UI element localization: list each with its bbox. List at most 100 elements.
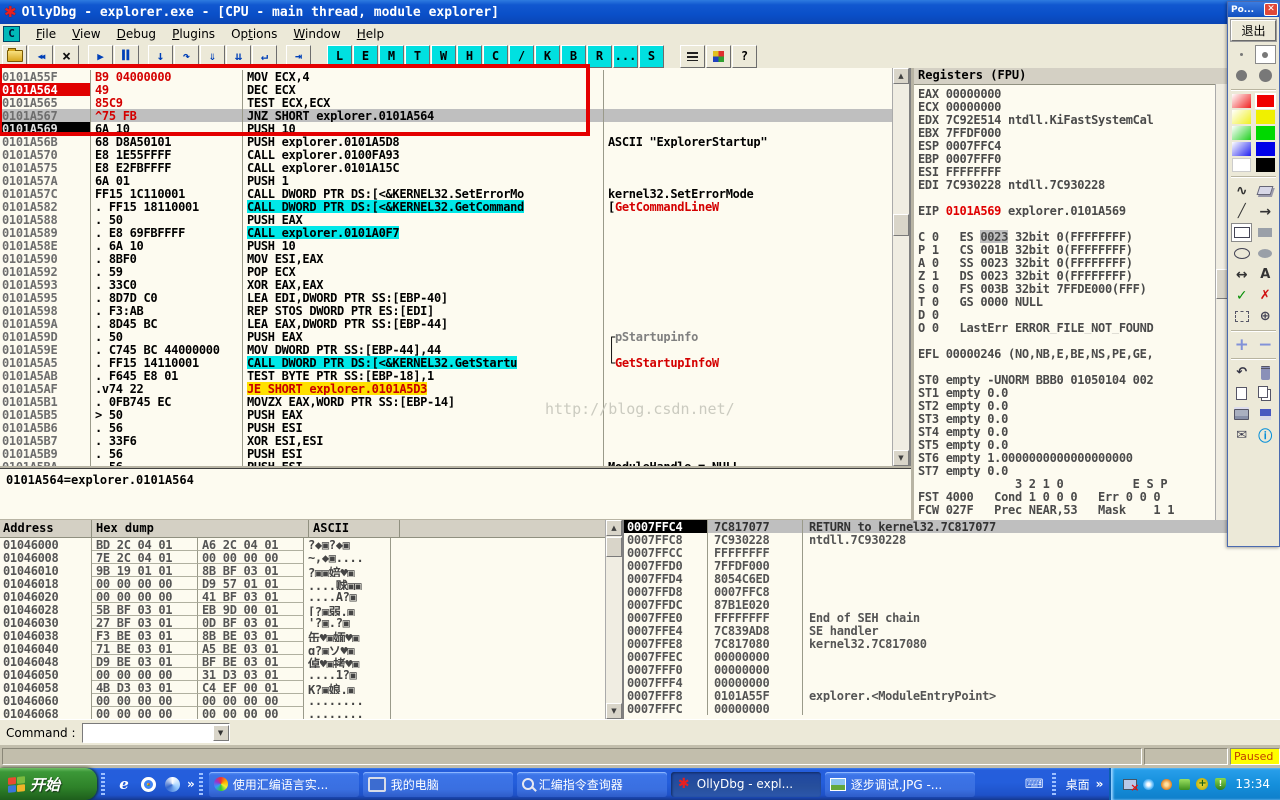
stack-row[interactable]: 0007FFDC 87B1E020 <box>624 598 1280 611</box>
appearance-button[interactable] <box>706 45 731 68</box>
confirm-tool[interactable] <box>1231 286 1252 305</box>
scroll-thumb[interactable] <box>606 537 622 557</box>
palette-title-bar[interactable]: Po... ✕ <box>1228 2 1279 17</box>
taskbar-grip[interactable] <box>1052 773 1056 795</box>
stack-row[interactable]: 0007FFC4 7C817077 RETURN to kernel32.7C8… <box>624 520 1280 533</box>
delete-button[interactable] <box>1255 363 1276 382</box>
disasm-row[interactable]: 0101A598 . F3:AB REP STOS DWORD PTR ES:[… <box>0 304 893 317</box>
disasm-row[interactable]: 0101A589 . E8 69FBFFFF CALL explorer.010… <box>0 226 893 239</box>
color-blue[interactable] <box>1256 142 1275 156</box>
tray-green-app-icon[interactable] <box>1177 778 1191 791</box>
tray-network-disconnected-icon[interactable] <box>1123 778 1137 791</box>
stack-row[interactable]: 0007FFD4 8054C6ED <box>624 572 1280 585</box>
registers-pane[interactable]: Registers (FPU) EAX 00000000 ECX 0000000… <box>914 68 1280 520</box>
view-run-trace-button[interactable]: ... <box>613 45 638 68</box>
stack-row[interactable]: 0007FFE4 7C839AD8 SE handler <box>624 624 1280 637</box>
brush-size-1[interactable] <box>1231 45 1252 64</box>
disasm-row[interactable]: 0101A582 . FF15 18110001 CALL DWORD PTR … <box>0 200 893 213</box>
view-references-button[interactable]: R <box>587 45 612 68</box>
scroll-up-icon[interactable]: ▲ <box>893 68 909 84</box>
start-button[interactable]: 开始 <box>0 768 97 800</box>
menu-file[interactable]: File <box>28 25 64 43</box>
disasm-row[interactable]: 0101A58E . 6A 10 PUSH 10 <box>0 239 893 252</box>
filled-rectangle-tool[interactable] <box>1255 223 1276 242</box>
close-icon[interactable]: ✕ <box>1264 3 1278 16</box>
disasm-row[interactable]: 0101A575 E8 E2FBFFFF CALL explorer.0101A… <box>0 161 893 174</box>
color-yellow-gradient[interactable] <box>1232 110 1251 124</box>
disasm-row[interactable]: 0101A5B6 . 56 PUSH ESI <box>0 421 893 434</box>
dump-row[interactable]: 01046030 27 BF 03 01 0D BF 03 01 '?▣.?▣ <box>0 616 622 629</box>
stack-row[interactable]: 0007FFF8 0101A55F explorer.<ModuleEntryP… <box>624 689 1280 702</box>
dump-row[interactable]: 01046058 4B D3 03 01 C4 EF 00 01 K?▣娘.▣ <box>0 681 622 694</box>
stack-row[interactable]: 0007FFF4 00000000 <box>624 676 1280 689</box>
taskbar-grip[interactable] <box>101 773 105 795</box>
annotation-tool-window[interactable]: Po... ✕ 退出 <box>1227 1 1280 547</box>
dump-row[interactable]: 01046000 BD 2C 04 01 A6 2C 04 01 ?◆▣?◆▣ <box>0 538 622 551</box>
dump-row[interactable]: 01046068 00 00 00 00 00 00 00 00 .......… <box>0 707 622 719</box>
dump-row[interactable]: 01046060 00 00 00 00 00 00 00 00 .......… <box>0 694 622 707</box>
eraser-tool[interactable] <box>1255 181 1276 200</box>
dump-scrollbar[interactable]: ▲ ▼ <box>605 520 622 719</box>
save-button[interactable] <box>1255 405 1276 424</box>
input-method-keyboard-icon[interactable]: ⌨ <box>1025 777 1044 792</box>
title-bar[interactable]: ✱ OllyDbg - explorer.exe - [CPU - main t… <box>0 0 1280 24</box>
disasm-row[interactable]: 0101A5B7 . 33F6 XOR ESI,ESI <box>0 434 893 447</box>
tray-media-player-icon[interactable] <box>1159 778 1173 791</box>
scroll-down-icon[interactable]: ▼ <box>606 703 622 719</box>
email-button[interactable] <box>1231 426 1252 445</box>
disasm-row[interactable]: 0101A5B9 . 56 PUSH ESI <box>0 447 893 460</box>
scroll-up-icon[interactable]: ▲ <box>606 520 622 536</box>
info-button[interactable] <box>1255 426 1276 445</box>
dump-row[interactable]: 01046040 71 BE 03 01 A5 BE 03 01 q?▣ソ♥▣ <box>0 642 622 655</box>
taskbar-grip[interactable] <box>199 773 203 795</box>
brush-size-2[interactable] <box>1255 45 1276 64</box>
zoom-in-button[interactable] <box>1231 335 1252 354</box>
stack-row[interactable]: 0007FFCC FFFFFFFF <box>624 546 1280 559</box>
cpu-window-icon[interactable]: C <box>3 26 20 42</box>
menu-view[interactable]: View <box>64 25 108 43</box>
disasm-row[interactable]: 0101A593 . 33C0 XOR EAX,EAX <box>0 278 893 291</box>
disasm-row[interactable]: 0101A57A 6A 01 PUSH 1 <box>0 174 893 187</box>
stack-row[interactable]: 0007FFE8 7C817080 kernel32.7C817080 <box>624 637 1280 650</box>
desktop-toolbar[interactable]: 桌面 » <box>1060 776 1110 793</box>
stack-row[interactable]: 0007FFE0 FFFFFFFF End of SEH chain <box>624 611 1280 624</box>
disasm-row[interactable]: 0101A5B5 > 50 PUSH EAX <box>0 408 893 421</box>
disasm-row[interactable]: 0101A595 . 8D7D C0 LEA EDI,DWORD PTR SS:… <box>0 291 893 304</box>
brush-size-4[interactable] <box>1255 66 1276 85</box>
brush-size-3[interactable] <box>1231 66 1252 85</box>
stack-row[interactable]: 0007FFD0 7FFDF000 <box>624 559 1280 572</box>
toolbar-gap[interactable] <box>665 46 679 67</box>
crop-tool[interactable] <box>1231 307 1252 326</box>
zoom-out-button[interactable] <box>1255 335 1276 354</box>
dump-row[interactable]: 01046050 00 00 00 00 31 D3 03 01 ....1?▣ <box>0 668 622 681</box>
color-red[interactable] <box>1256 94 1275 108</box>
menu-help[interactable]: Help <box>349 25 392 43</box>
undo-button[interactable] <box>1231 363 1252 382</box>
scroll-down-icon[interactable]: ▼ <box>893 450 909 466</box>
disasm-row[interactable]: 0101A588 . 50 PUSH EAX <box>0 213 893 226</box>
stack-row[interactable]: 0007FFF0 00000000 <box>624 663 1280 676</box>
dump-row[interactable]: 01046010 9B 19 01 01 8B BF 03 01 ?▣▣婄♥▣ <box>0 564 622 577</box>
disasm-row[interactable]: 0101A59A . 8D45 BC LEA EAX,DWORD PTR SS:… <box>0 317 893 330</box>
color-red-gradient[interactable] <box>1232 94 1251 108</box>
arrow-tool[interactable] <box>1255 202 1276 221</box>
stack-row[interactable]: 0007FFEC 00000000 <box>624 650 1280 663</box>
cancel-tool[interactable] <box>1255 286 1276 305</box>
color-green-gradient[interactable] <box>1232 126 1251 140</box>
chevron-down-icon[interactable]: ▼ <box>213 725 229 741</box>
command-input[interactable] <box>83 726 213 740</box>
menu-window[interactable]: Window <box>285 25 348 43</box>
quick-launch-chrome-icon[interactable] <box>139 775 157 793</box>
color-white[interactable] <box>1232 158 1251 172</box>
zoom-tool[interactable] <box>1255 307 1276 326</box>
line-tool[interactable] <box>1231 202 1252 221</box>
disasm-row[interactable]: 0101A59D . 50 PUSH EAX ┌pStartupinfo <box>0 330 893 343</box>
copy-button[interactable] <box>1255 384 1276 403</box>
color-blue-gradient[interactable] <box>1232 142 1251 156</box>
dump-row[interactable]: 01046020 00 00 00 00 41 BF 03 01 ....A?▣ <box>0 590 622 603</box>
windows-list-button[interactable] <box>680 45 705 68</box>
pen-tool[interactable] <box>1231 181 1252 200</box>
dump-row[interactable]: 01046008 7E 2C 04 01 00 00 00 00 ~,◆▣...… <box>0 551 622 564</box>
disasm-row[interactable]: 0101A570 E8 1E55FFFF CALL explorer.0100F… <box>0 148 893 161</box>
filled-ellipse-tool[interactable] <box>1255 244 1276 263</box>
